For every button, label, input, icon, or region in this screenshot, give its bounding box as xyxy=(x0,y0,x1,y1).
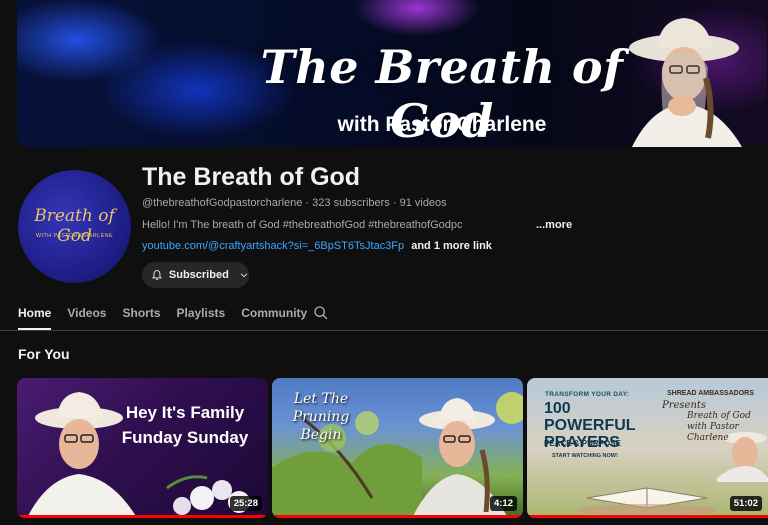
watch-progress xyxy=(272,515,523,518)
channel-title: The Breath of God xyxy=(142,163,361,191)
external-link[interactable]: youtube.com/@craftyartshack?si=_6BpST6Ts… xyxy=(142,240,404,252)
avatar-logo-subtext: WITH PASTOR CHARLENE xyxy=(35,233,114,239)
thumbnail-cta: START WATCHING NOW! xyxy=(552,453,618,459)
thumbnail-show-name: Breath of God with Pastor Charlene xyxy=(687,411,751,443)
search-icon[interactable] xyxy=(313,305,329,321)
bell-icon xyxy=(152,270,162,280)
thumbnail-kicker: TRANSFORM YOUR DAY: xyxy=(545,391,630,398)
tab-home[interactable]: Home xyxy=(18,300,52,330)
tab-community[interactable]: Community xyxy=(241,300,307,330)
video-duration: 51:02 xyxy=(729,496,762,511)
subscribed-label: Subscribed xyxy=(168,269,229,281)
channel-banner: The Breath of God with Pastor Charlene xyxy=(17,0,767,147)
description-more-link[interactable]: ...more xyxy=(536,219,572,231)
thumbnail-text: Hey It's Family Funday Sunday xyxy=(121,403,249,447)
video-duration: 4:12 xyxy=(489,496,517,511)
banner-subtitle: with Pastor Charlene xyxy=(337,113,547,136)
video-duration: 25:28 xyxy=(229,496,262,511)
thumbnail-text: Let The Pruning Begin xyxy=(292,391,350,443)
channel-meta: @thebreathofGodpastorcharlene · 323 subs… xyxy=(142,197,447,209)
chevron-down-icon xyxy=(240,273,248,278)
thumbnail-presents: Presents xyxy=(662,400,707,411)
video-thumbnail-2[interactable]: Let The Pruning Begin 4:12 xyxy=(272,378,523,518)
banner-host-image xyxy=(629,18,742,147)
tab-shorts[interactable]: Shorts xyxy=(122,300,160,330)
subscribed-button[interactable]: Subscribed xyxy=(142,262,249,288)
channel-description[interactable]: Hello! I'm The breath of God #thebreatho… xyxy=(142,219,463,231)
tabs-divider xyxy=(0,330,768,331)
watch-progress xyxy=(527,515,768,518)
channel-avatar[interactable]: Breath of God WITH PASTOR CHARLENE xyxy=(18,170,131,283)
avatar-logo-text: Breath of God xyxy=(34,206,115,246)
watch-progress xyxy=(17,515,268,518)
tab-videos[interactable]: Videos xyxy=(67,300,106,330)
section-title: For You xyxy=(18,346,70,362)
channel-links: youtube.com/@craftyartshack?si=_6BpST6Ts… xyxy=(142,240,492,252)
tab-playlists[interactable]: Playlists xyxy=(177,300,226,330)
video-thumbnail-1[interactable]: Hey It's Family Funday Sunday 25:28 xyxy=(17,378,268,518)
thumbnail-presenter: SHREAD AMBASSADORS xyxy=(667,390,754,397)
thumbnail-tagline: PEACE & PURPOSE xyxy=(544,439,621,448)
video-thumbnail-3[interactable]: TRANSFORM YOUR DAY: 100 POWERFUL PRAYERS… xyxy=(527,378,768,518)
more-links-button[interactable]: and 1 more link xyxy=(411,240,492,252)
channel-tabs: Home Videos Shorts Playlists Community xyxy=(18,300,323,330)
